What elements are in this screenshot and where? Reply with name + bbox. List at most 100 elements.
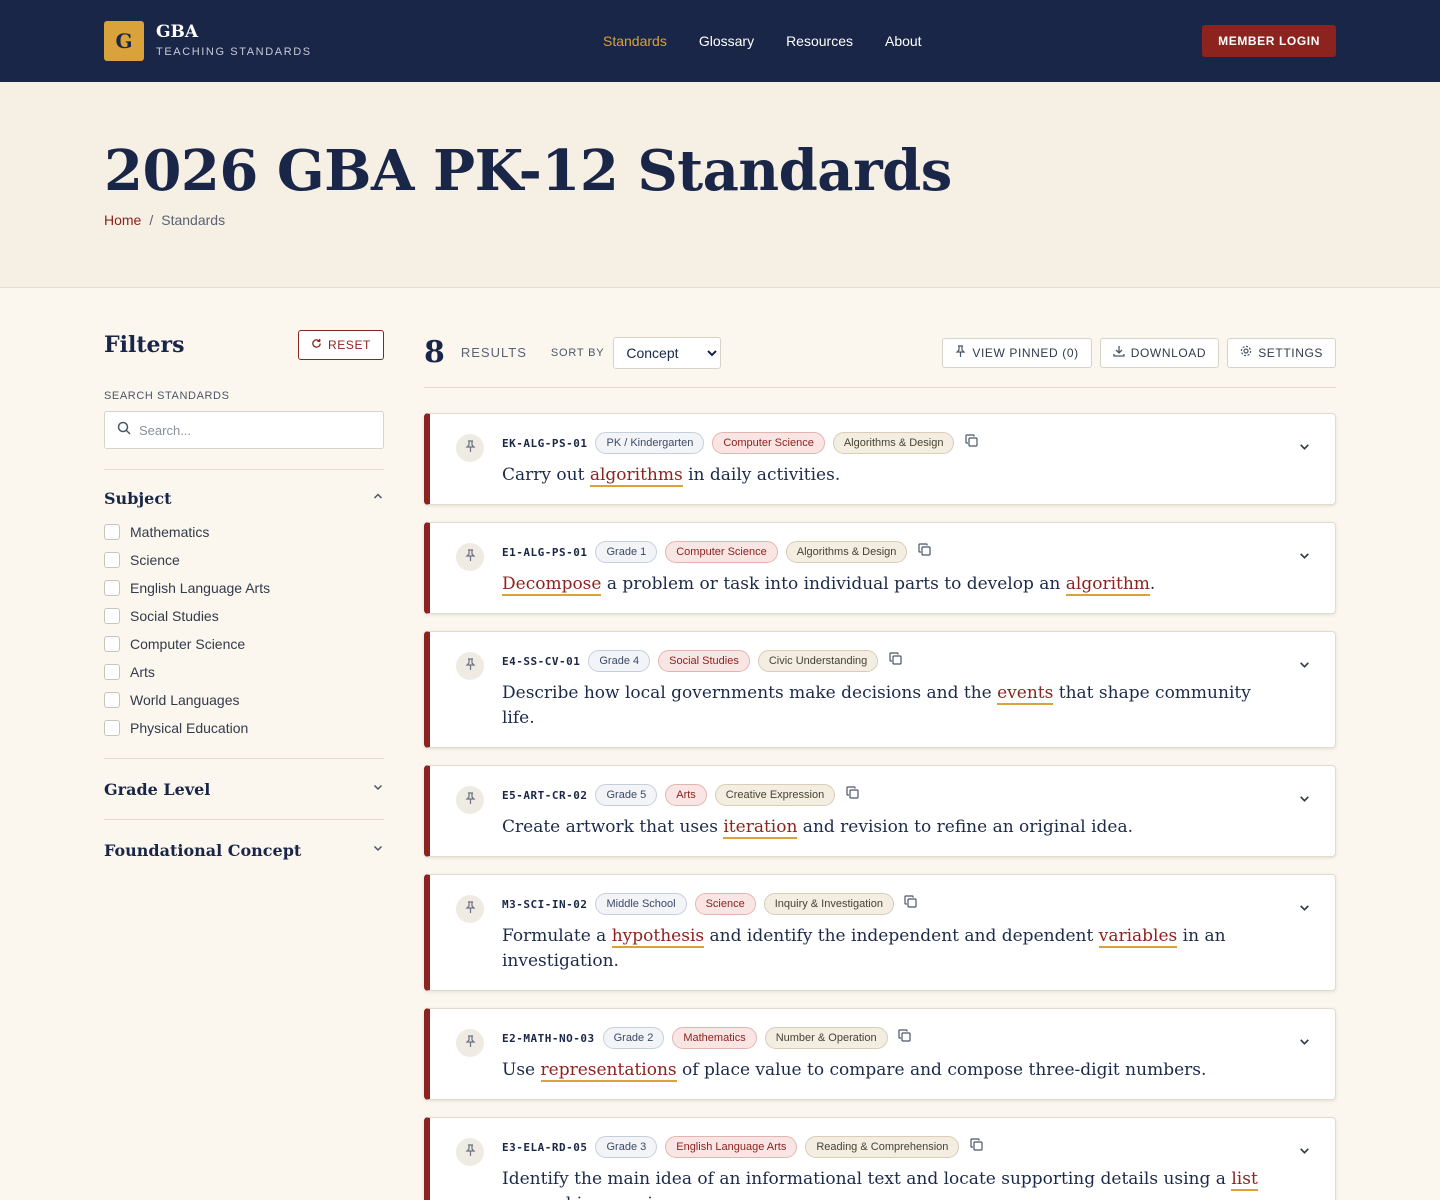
copy-icon (904, 895, 918, 913)
nav-standards[interactable]: Standards (603, 33, 667, 49)
subject-option-science[interactable]: Science (104, 546, 384, 574)
results-label: RESULTS (460, 345, 527, 360)
copy-button[interactable] (915, 543, 933, 561)
glossary-term-link[interactable]: Decompose (502, 574, 602, 596)
results-area: 8 RESULTS SORT BY Concept VIEW PINNED (0… (424, 328, 1336, 1200)
expand-button[interactable] (1295, 792, 1313, 810)
subject-option-arts[interactable]: Arts (104, 658, 384, 686)
checkbox[interactable] (104, 580, 120, 596)
pin-icon (955, 345, 966, 360)
standard-meta: E1-ALG-PS-01 Grade 1 Computer Science Al… (502, 541, 1275, 563)
copy-button[interactable] (886, 652, 904, 670)
concept-tag: Algorithms & Design (832, 432, 955, 454)
search-input[interactable] (139, 422, 371, 438)
chevron-down-icon (1298, 792, 1311, 810)
pin-button[interactable] (456, 652, 484, 680)
glossary-term-link[interactable]: events (997, 683, 1054, 705)
sort-select[interactable]: Concept (613, 336, 722, 369)
concept-tag: Reading & Comprehension (805, 1136, 960, 1158)
expand-button[interactable] (1295, 1144, 1313, 1162)
page-hero: 2026 GBA PK-12 Standards Home / Standard… (0, 82, 1440, 288)
member-login-button[interactable]: MEMBER LOGIN (1202, 25, 1336, 57)
nav-about[interactable]: About (885, 33, 922, 49)
expand-button[interactable] (1295, 658, 1313, 676)
nav-resources[interactable]: Resources (786, 33, 853, 49)
copy-button[interactable] (843, 786, 861, 804)
subject-tag: English Language Arts (665, 1136, 798, 1158)
copy-button[interactable] (902, 895, 920, 913)
glossary-term-link[interactable]: variables (1098, 926, 1178, 948)
subject-option-label: Mathematics (130, 524, 210, 540)
subject-option-physical-education[interactable]: Physical Education (104, 714, 384, 742)
checkbox[interactable] (104, 524, 120, 540)
copy-button[interactable] (896, 1029, 914, 1047)
pin-button[interactable] (456, 1138, 484, 1166)
standard-card[interactable]: M3-SCI-IN-02 Middle School Science Inqui… (424, 874, 1336, 991)
settings-button[interactable]: SETTINGS (1227, 337, 1336, 368)
pin-button[interactable] (456, 434, 484, 462)
expand-button[interactable] (1295, 1035, 1313, 1053)
nav-glossary[interactable]: Glossary (699, 33, 754, 49)
pin-button[interactable] (456, 786, 484, 814)
pin-icon (465, 1034, 476, 1052)
subject-option-mathematics[interactable]: Mathematics (104, 518, 384, 546)
checkbox[interactable] (104, 636, 120, 652)
checkbox[interactable] (104, 664, 120, 680)
glossary-term-link[interactable]: algorithm (1065, 574, 1150, 596)
chevron-down-icon (1298, 1144, 1311, 1162)
pin-button[interactable] (456, 543, 484, 571)
grade-tag: Middle School (595, 893, 687, 915)
subject-option-computer-science[interactable]: Computer Science (104, 630, 384, 658)
glossary-term-link[interactable]: iteration (723, 817, 798, 839)
page-title: 2026 GBA PK-12 Standards (104, 138, 952, 204)
standard-code[interactable]: E4-SS-CV-01 (502, 655, 580, 668)
chevron-down-icon (1298, 658, 1311, 676)
expand-button[interactable] (1295, 549, 1313, 567)
standard-code[interactable]: E5-ART-CR-02 (502, 789, 587, 802)
copy-button[interactable] (962, 434, 980, 452)
subject-option-english-language-arts[interactable]: English Language Arts (104, 574, 384, 602)
checkbox[interactable] (104, 720, 120, 736)
glossary-term-link[interactable]: algorithms (589, 465, 683, 487)
subject-option-world-languages[interactable]: World Languages (104, 686, 384, 714)
standard-code[interactable]: M3-SCI-IN-02 (502, 898, 587, 911)
reset-filters-button[interactable]: RESET (297, 330, 384, 360)
subject-option-social-studies[interactable]: Social Studies (104, 602, 384, 630)
grade-level-section-toggle[interactable]: Grade Level (104, 759, 384, 819)
standard-description: Use representations of place value to co… (502, 1058, 1275, 1083)
standard-code[interactable]: E2-MATH-NO-03 (502, 1032, 595, 1045)
foundational-concept-section-toggle[interactable]: Foundational Concept (104, 820, 384, 880)
standard-code[interactable]: EK-ALG-PS-01 (502, 437, 587, 450)
expand-button[interactable] (1295, 901, 1313, 919)
gear-icon (1240, 345, 1252, 360)
description-text: Use (502, 1060, 541, 1080)
standard-card[interactable]: E3-ELA-RD-05 Grade 3 English Language Ar… (424, 1117, 1336, 1200)
glossary-term-link[interactable]: list (1231, 1169, 1258, 1191)
breadcrumb-home-link[interactable]: Home (104, 212, 141, 228)
site-logo[interactable]: G GBA TEACHING STANDARDS (104, 21, 312, 61)
description-text: Identify the main idea of an information… (502, 1169, 1232, 1189)
standard-meta: EK-ALG-PS-01 PK / Kindergarten Computer … (502, 432, 1275, 454)
pin-button[interactable] (456, 1029, 484, 1057)
standard-card[interactable]: E5-ART-CR-02 Grade 5 Arts Creative Expre… (424, 765, 1336, 857)
checkbox[interactable] (104, 608, 120, 624)
standard-card[interactable]: E4-SS-CV-01 Grade 4 Social Studies Civic… (424, 631, 1336, 748)
subject-option-label: Social Studies (130, 608, 219, 624)
copy-icon (889, 652, 902, 670)
standard-card[interactable]: E2-MATH-NO-03 Grade 2 Mathematics Number… (424, 1008, 1336, 1100)
standard-card[interactable]: E1-ALG-PS-01 Grade 1 Computer Science Al… (424, 522, 1336, 614)
checkbox[interactable] (104, 692, 120, 708)
download-button[interactable]: DOWNLOAD (1099, 337, 1220, 368)
logo-mark: G (104, 21, 144, 61)
expand-button[interactable] (1295, 440, 1313, 458)
pin-button[interactable] (456, 895, 484, 923)
glossary-term-link[interactable]: hypothesis (611, 926, 705, 948)
glossary-term-link[interactable]: representations (540, 1060, 677, 1082)
view-pinned-button[interactable]: VIEW PINNED (0) (942, 337, 1092, 368)
standard-code[interactable]: E1-ALG-PS-01 (502, 546, 587, 559)
copy-button[interactable] (967, 1138, 985, 1156)
standard-meta: E2-MATH-NO-03 Grade 2 Mathematics Number… (502, 1027, 1275, 1049)
checkbox[interactable] (104, 552, 120, 568)
standard-code[interactable]: E3-ELA-RD-05 (502, 1141, 587, 1154)
standard-card[interactable]: EK-ALG-PS-01 PK / Kindergarten Computer … (424, 413, 1336, 505)
